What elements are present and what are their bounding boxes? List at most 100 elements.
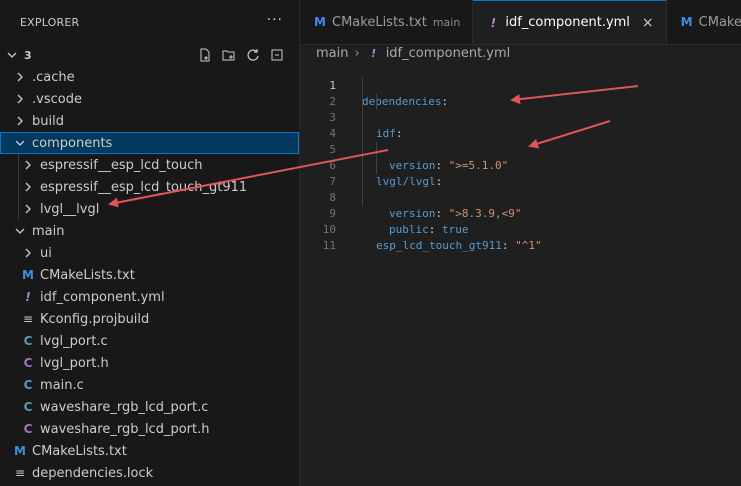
code-line: 4 <box>300 110 741 140</box>
code-line: 3 version: ">=5.1.0" <box>300 94 741 172</box>
tree-folder-main[interactable]: main <box>0 220 299 242</box>
yaml-file-icon: ! <box>25 290 31 304</box>
cmake-file-icon: M <box>314 15 326 29</box>
code-line: 10 <box>300 206 741 236</box>
tree-label: main.c <box>40 377 84 393</box>
collapse-all-icon[interactable] <box>269 47 285 63</box>
code-line: 9 esp_lcd_touch_gt911: "^1" <box>300 190 741 252</box>
tree-folder-ui[interactable]: ui <box>0 242 299 264</box>
indent-guide <box>362 126 363 142</box>
tab-main-cmakelists[interactable]: M CMakeLists.txt main <box>300 0 474 44</box>
more-actions-icon[interactable]: ··· <box>267 12 283 28</box>
tree-file-lvgl-port-h[interactable]: C lvgl_port.h <box>0 352 299 374</box>
refresh-icon[interactable] <box>245 47 261 63</box>
yaml-file-icon: ! <box>490 15 497 30</box>
indent-guide <box>362 142 363 158</box>
tree-label: espressif__esp_lcd_touch_gt911 <box>40 179 248 195</box>
tree-file-lvgl-port-c[interactable]: C lvgl_port.c <box>0 330 299 352</box>
tree-label: components <box>32 135 113 151</box>
chevron-right-icon <box>12 91 28 107</box>
tree-label: lvgl_port.h <box>40 355 109 371</box>
editor-tab-bar: M CMakeLists.txt main ! idf_component.ym… <box>300 0 741 45</box>
indent-guide <box>376 142 377 158</box>
indent-guide <box>18 198 19 220</box>
close-icon[interactable]: × <box>642 15 654 31</box>
chevron-right-icon <box>12 113 28 129</box>
tab-description: main <box>432 15 461 29</box>
chevron-right-icon: › <box>354 45 360 61</box>
tree-label: .cache <box>32 69 75 85</box>
yaml-file-icon: ! <box>371 46 377 60</box>
tab-root-cmakelists[interactable]: M CMakeLists.txt <box>667 0 741 44</box>
yaml-string: "^1" <box>515 239 542 252</box>
tree-file-idf-component[interactable]: ! idf_component.yml <box>0 286 299 308</box>
code-line: 1 dependencies: <box>300 62 741 108</box>
header-file-icon: C <box>23 356 33 370</box>
tree-label: .vscode <box>32 91 82 107</box>
tree-folder-components[interactable]: components <box>0 132 299 154</box>
indent-guide <box>362 78 363 94</box>
tree-label: CMakeLists.txt <box>40 267 135 283</box>
indent-guide <box>362 94 363 110</box>
chevron-right-icon <box>20 179 36 195</box>
tree-folder-build[interactable]: build <box>0 110 299 132</box>
tree-file-kconfig[interactable]: ≡ Kconfig.projbuild <box>0 308 299 330</box>
code-line: 11 <box>300 222 741 252</box>
tree-file-waveshare-h[interactable]: C waveshare_rgb_lcd_port.h <box>0 418 299 440</box>
tab-idf-component[interactable]: ! idf_component.yml × <box>473 0 667 44</box>
chevron-right-icon <box>20 157 36 173</box>
workspace-root-label: 3 <box>24 48 32 62</box>
text-file-icon: ≡ <box>14 466 26 480</box>
explorer-title: EXPLORER <box>20 15 80 29</box>
breadcrumb-folder[interactable]: main <box>316 46 348 61</box>
code-line: 5 lvgl/lvgl: <box>300 126 741 188</box>
yaml-key: esp_lcd_touch_gt911 <box>376 239 502 252</box>
code-line: 7 public: true <box>300 158 741 236</box>
indent-guide <box>362 174 363 190</box>
tree-file-waveshare-c[interactable]: C waveshare_rgb_lcd_port.c <box>0 396 299 418</box>
chevron-down-icon <box>12 135 28 151</box>
tree-label: main <box>32 223 65 239</box>
tree-label: build <box>32 113 64 129</box>
new-folder-icon[interactable] <box>221 47 237 63</box>
tree-folder-esp-lcd-touch[interactable]: espressif__esp_lcd_touch <box>0 154 299 176</box>
chevron-right-icon <box>20 201 36 217</box>
indent-guide <box>18 176 19 198</box>
colon: : <box>501 239 509 252</box>
tree-file-main-cmakelists[interactable]: M CMakeLists.txt <box>0 264 299 286</box>
chevron-right-icon <box>20 245 36 261</box>
header-file-icon: C <box>23 422 33 436</box>
indent-guide <box>18 154 19 176</box>
code-line: 2 idf: <box>300 78 741 140</box>
chevron-right-icon <box>12 69 28 85</box>
tree-folder-esp-lcd-touch-gt911[interactable]: espressif__esp_lcd_touch_gt911 <box>0 176 299 198</box>
tree-file-main-c[interactable]: C main.c <box>0 374 299 396</box>
tree-folder-lvgl[interactable]: lvgl__lvgl <box>0 198 299 220</box>
tab-label: idf_component.yml <box>505 15 630 30</box>
new-file-icon[interactable] <box>197 47 213 63</box>
cmake-file-icon: M <box>14 444 26 458</box>
tree-label: lvgl_port.c <box>40 333 108 349</box>
tree-label: lvgl__lvgl <box>40 201 100 217</box>
breadcrumb-file[interactable]: idf_component.yml <box>386 46 511 61</box>
tree-folder-vscode[interactable]: .vscode <box>0 88 299 110</box>
indent-guide <box>376 94 377 110</box>
code-editor[interactable]: 1 dependencies: 2 idf: 3 version: ">=5.1… <box>300 62 741 486</box>
tree-file-dependencies-lock[interactable]: ≡ dependencies.lock <box>0 462 299 484</box>
c-file-icon: C <box>23 334 33 348</box>
line-number: 11 <box>322 239 336 252</box>
cmake-file-icon: M <box>680 15 693 29</box>
explorer-sidebar: EXPLORER ··· 3 .cache .vscode build comp… <box>0 0 300 486</box>
tree-label: CMakeLists.txt <box>32 443 127 459</box>
indent-guide <box>362 190 363 206</box>
tree-label: idf_component.yml <box>40 289 165 305</box>
tree-folder-cache[interactable]: .cache <box>0 66 299 88</box>
indent-guide <box>362 110 363 126</box>
tree-file-root-cmakelists[interactable]: M CMakeLists.txt <box>0 440 299 462</box>
chevron-down-icon <box>4 47 20 63</box>
tree-label: dependencies.lock <box>32 465 154 481</box>
workspace-root[interactable]: 3 <box>0 44 299 66</box>
tree-label: waveshare_rgb_lcd_port.c <box>40 399 209 415</box>
code-line: 8 <box>300 174 741 204</box>
breadcrumb: main › ! idf_component.yml <box>300 44 741 62</box>
